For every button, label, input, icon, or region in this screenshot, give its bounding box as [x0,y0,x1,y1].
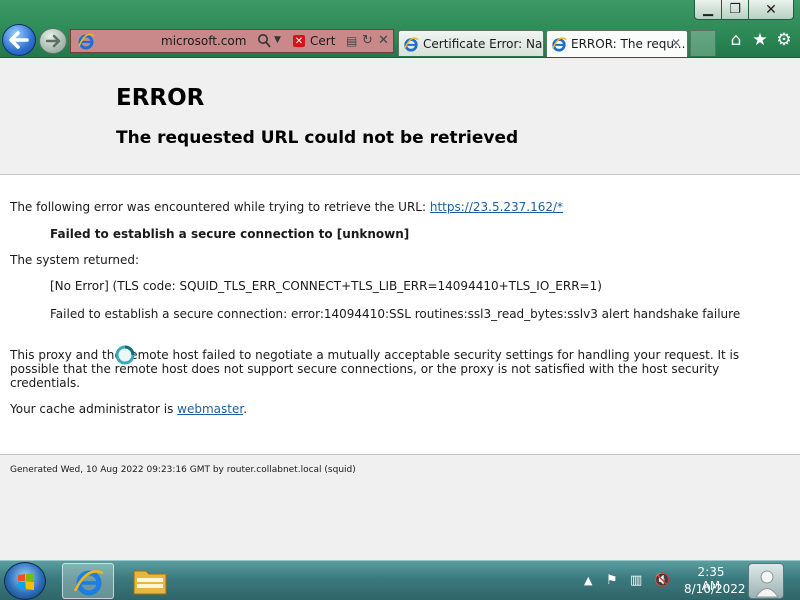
search-icon[interactable] [257,33,271,49]
home-icon[interactable]: ⌂ [726,30,746,50]
requested-url-link[interactable]: https://23.5.237.162/* [430,200,563,214]
clock-date[interactable]: 8/10/2022 [684,582,746,596]
address-bar[interactable]: microsoft.com ▼ ✕ Cert ▤ ↻ ✕ [70,29,394,53]
new-tab-button[interactable] [690,30,716,56]
show-hidden-icons[interactable]: ▲ [584,574,592,587]
certificate-error-icon[interactable]: ✕ [293,35,305,47]
tab-label: ERROR: The requ... [571,37,686,51]
taskbar-internet-explorer[interactable] [62,563,114,599]
certificate-error-label[interactable]: Cert [310,34,335,48]
tab-certificate-error[interactable]: Certificate Error: Nav... [398,30,544,56]
ie-icon [404,36,419,52]
back-arrow-icon [9,31,29,49]
taskbar-windows-explorer[interactable] [124,563,176,599]
generated-info: Generated Wed, 10 Aug 2022 09:23:16 GMT … [10,465,356,475]
user-avatar[interactable] [748,563,784,599]
cache-admin-suffix: . [243,402,248,416]
error-intro: The following error was encountered whil… [10,200,563,214]
page-footer: Generated Wed, 10 Aug 2022 09:23:16 GMT … [0,454,800,560]
refresh-icon[interactable]: ↻ [362,33,373,48]
cache-admin-text: Your cache administrator is [10,402,178,416]
maximize-button[interactable]: ❐ [721,0,749,20]
webmaster-link[interactable]: webmaster [177,402,243,416]
forward-arrow-icon [45,34,61,48]
chevron-down-icon[interactable]: ▼ [274,35,281,45]
favorites-icon[interactable]: ★ [750,30,770,50]
close-button[interactable]: ✕ [748,0,794,20]
browser-chrome: ▁ ❐ ✕ microsoft.com ▼ ✕ Cert ▤ ↻ ✕ Certi… [0,0,800,58]
system-returned-label: The system returned: [10,253,140,267]
page-subtitle: The requested URL could not be retrieved [116,128,519,148]
tls-error-code: [No Error] (TLS code: SQUID_TLS_ERR_CONN… [50,279,602,293]
busy-cursor-icon [115,345,135,365]
page-title: ERROR [116,85,205,111]
ssl-error-detail: Failed to establish a secure connection:… [50,307,741,321]
ie-icon [73,570,104,596]
error-reason: Failed to establish a secure connection … [50,227,410,241]
folder-icon [133,570,167,595]
tab-label: Certificate Error: Nav... [423,36,543,51]
close-tab-icon[interactable]: ✕ [671,36,681,50]
stop-icon[interactable]: ✕ [378,33,389,48]
windows-logo-icon [18,573,34,590]
taskbar: ▲ ⚑ ▥ 🔇 2:35 AM 8/10/2022 [0,560,800,600]
minimize-button[interactable]: ▁ [694,0,722,20]
address-url-text[interactable]: microsoft.com [161,34,246,48]
forward-button[interactable] [39,28,67,54]
start-button[interactable] [4,562,46,600]
action-center-flag-icon[interactable]: ⚑ [606,573,618,588]
ie-icon [78,33,95,50]
back-button[interactable] [2,24,36,56]
error-header: ERROR The requested URL could not be ret… [0,58,800,175]
error-intro-text: The following error was encountered whil… [10,200,430,214]
network-icon[interactable]: ▥ [630,573,642,588]
tab-error-page[interactable]: ERROR: The requ... ✕ [546,30,688,57]
cache-admin-line: Your cache administrator is webmaster. [10,402,247,416]
volume-muted-icon[interactable]: 🔇 [654,573,670,588]
user-icon [755,570,779,598]
compatibility-view-icon[interactable]: ▤ [346,34,357,48]
ie-icon [552,37,567,52]
tools-icon[interactable]: ⚙ [774,30,794,50]
page-content: ERROR The requested URL could not be ret… [0,58,800,560]
